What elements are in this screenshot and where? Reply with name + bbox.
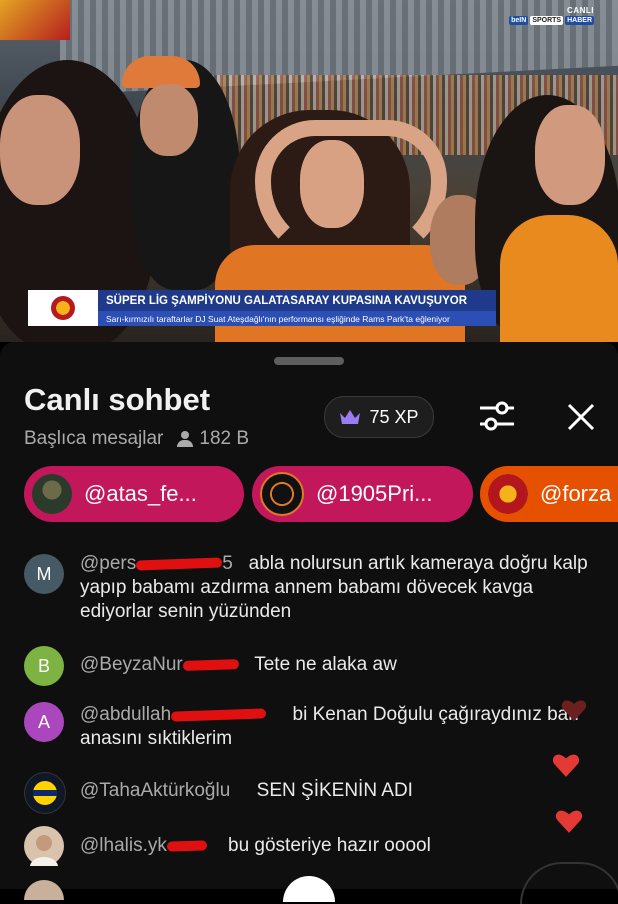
reaction-button[interactable]: [520, 862, 618, 904]
pinned-chip[interactable]: @atas_fe...: [24, 466, 244, 522]
chat-mode-selector[interactable]: Başlıca mesajlar: [24, 428, 163, 450]
person-icon: [177, 431, 194, 447]
live-label: CANLI: [567, 6, 594, 15]
channel-logo: SPORTS: [530, 16, 564, 25]
avatar: [260, 472, 304, 516]
caption-title: SÜPER LİG ŞAMPİYONU GALATASARAY KUPASINA…: [98, 290, 496, 311]
redaction: [166, 840, 208, 852]
fan-flag: [0, 0, 70, 40]
chat-title: Canlı sohbet: [24, 382, 211, 417]
avatar: M: [24, 554, 64, 594]
news-caption: SÜPER LİG ŞAMPİYONU GALATASARAY KUPASINA…: [28, 290, 496, 326]
caption-subtitle: Sarı-kırmızılı taraftarlar DJ Suat Ateşd…: [98, 311, 496, 326]
video-player[interactable]: CANLI beIN SPORTS HABER SÜPER LİG ŞAMPİY…: [0, 0, 618, 342]
fan-cap-face: [140, 84, 198, 156]
avatar: [32, 474, 72, 514]
avatar: [24, 880, 64, 900]
galatasaray-logo: [28, 290, 98, 326]
pinned-handle: @1905Pri...: [316, 481, 433, 506]
pinned-handle: @atas_fe...: [84, 481, 197, 506]
fan-right-face: [535, 105, 605, 205]
fan-right-shirt: [500, 215, 618, 342]
crown-icon: [339, 409, 361, 425]
redaction: [182, 659, 239, 671]
pinned-chip[interactable]: @1905Pri...: [252, 466, 473, 522]
message-text: bu gösteriye hazır ooool: [228, 835, 431, 856]
message-text: Tete ne alaka aw: [254, 654, 397, 675]
live-chat-panel: Canlı sohbet Başlıca mesajlar 182 B 75 X…: [0, 342, 618, 904]
channel-logo: beIN: [509, 16, 529, 25]
redaction: [136, 557, 223, 571]
pinned-donations: @atas_fe... @1905Pri... @forza: [24, 466, 618, 526]
close-icon[interactable]: [562, 398, 600, 436]
avatar: A: [24, 702, 64, 742]
xp-button[interactable]: 75 XP: [324, 396, 434, 438]
fan-cap-hat: [122, 56, 200, 88]
heart-icon: [561, 698, 589, 724]
pinned-chip[interactable]: @forza: [480, 466, 618, 522]
fan-left-face: [0, 95, 80, 205]
message-author: @TahaAktürkoğlu: [80, 780, 231, 801]
avatar: B: [24, 646, 64, 686]
message-author: @lhalis.yk: [80, 835, 208, 856]
xp-value: 75 XP: [369, 406, 419, 427]
heart-icon: [555, 808, 583, 834]
drag-handle[interactable]: [274, 357, 344, 365]
avatar: [24, 826, 64, 866]
heart-icon: [552, 752, 580, 778]
heart-hands: [255, 120, 447, 262]
pinned-handle: @forza: [540, 481, 612, 506]
filter-icon[interactable]: [476, 398, 518, 434]
avatar: [488, 474, 528, 514]
fenerbahce-avatar: [24, 772, 66, 814]
broadcast-bug: CANLI beIN SPORTS HABER: [509, 6, 594, 25]
message-author: @abdullah: [80, 704, 267, 725]
channel-logo: HABER: [565, 16, 594, 25]
scroll-down-button[interactable]: [283, 876, 335, 902]
message-author: @BeyzaNur: [80, 654, 239, 675]
redaction: [170, 708, 267, 722]
viewer-count-value: 182 B: [199, 428, 250, 449]
message-author: @pers 5: [80, 553, 233, 574]
message-text: SEN ŞİKENİN ADI: [256, 780, 413, 801]
viewer-count: 182 B: [177, 428, 249, 450]
